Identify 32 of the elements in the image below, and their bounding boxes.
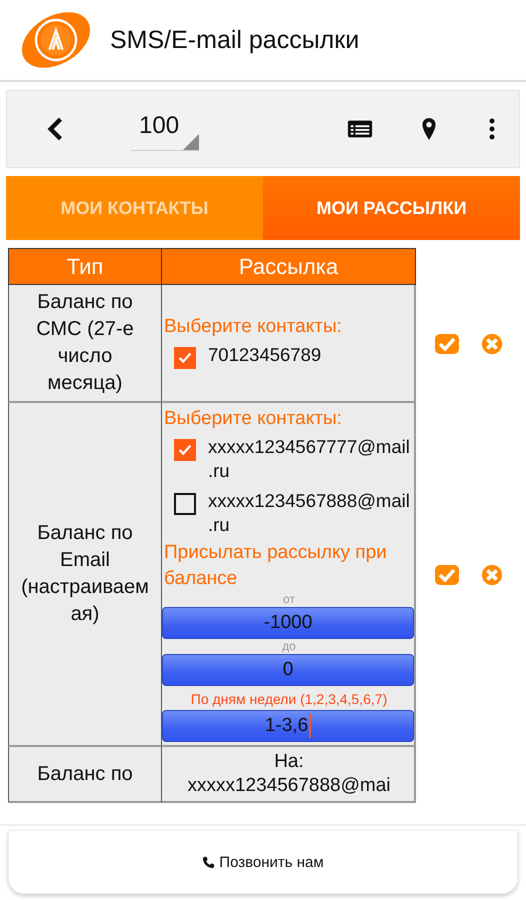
- contacts-label: Выберите контакты:: [164, 407, 343, 431]
- column-header: Рассылка: [161, 248, 416, 285]
- recipient-email: xxxxx1234567888@mai: [186, 774, 392, 798]
- table-cell-text: Баланс по Email (настраиваемая): [20, 521, 150, 627]
- page-size-dropdown[interactable]: 100: [131, 108, 200, 150]
- checkbox[interactable]: [174, 439, 196, 461]
- more-icon[interactable]: [489, 118, 495, 140]
- checkbox[interactable]: [174, 493, 196, 515]
- days-label: По дням недели (1,2,3,4,5,6,7): [190, 690, 388, 709]
- contacts-label: Выберите контакты:: [164, 315, 343, 339]
- checkbox[interactable]: [174, 347, 196, 369]
- column-header: Тип: [8, 248, 161, 285]
- back-icon[interactable]: [45, 117, 65, 141]
- call-us-button[interactable]: Позвонить нам: [8, 830, 518, 894]
- input-field[interactable]: -1000: [162, 607, 414, 639]
- confirm-icon[interactable]: [434, 333, 460, 355]
- list-icon[interactable]: [347, 119, 373, 139]
- input-field[interactable]: 0: [162, 654, 414, 686]
- table-cell-text: Баланс по СМС (27-е число месяца): [35, 290, 135, 396]
- field-label: до: [281, 639, 297, 654]
- contact-label: xxxxx1234567888@mail.ru: [208, 489, 411, 537]
- input-field[interactable]: 1-3,6: [162, 710, 414, 742]
- phone-icon: [202, 856, 216, 868]
- recipient-label: На:: [273, 750, 305, 774]
- app-title: SMS/E-mail рассылки: [110, 26, 360, 54]
- tab[interactable]: МОИ РАССЫЛКИ: [263, 176, 520, 240]
- table-cell-text: Баланс по: [37, 762, 133, 786]
- location-pin-icon[interactable]: [421, 117, 437, 141]
- contact-label: 70123456789: [208, 343, 322, 367]
- field-label: от: [282, 592, 296, 607]
- confirm-icon[interactable]: [434, 564, 460, 586]
- threshold-label: Присылать рассылку при балансе: [164, 541, 388, 591]
